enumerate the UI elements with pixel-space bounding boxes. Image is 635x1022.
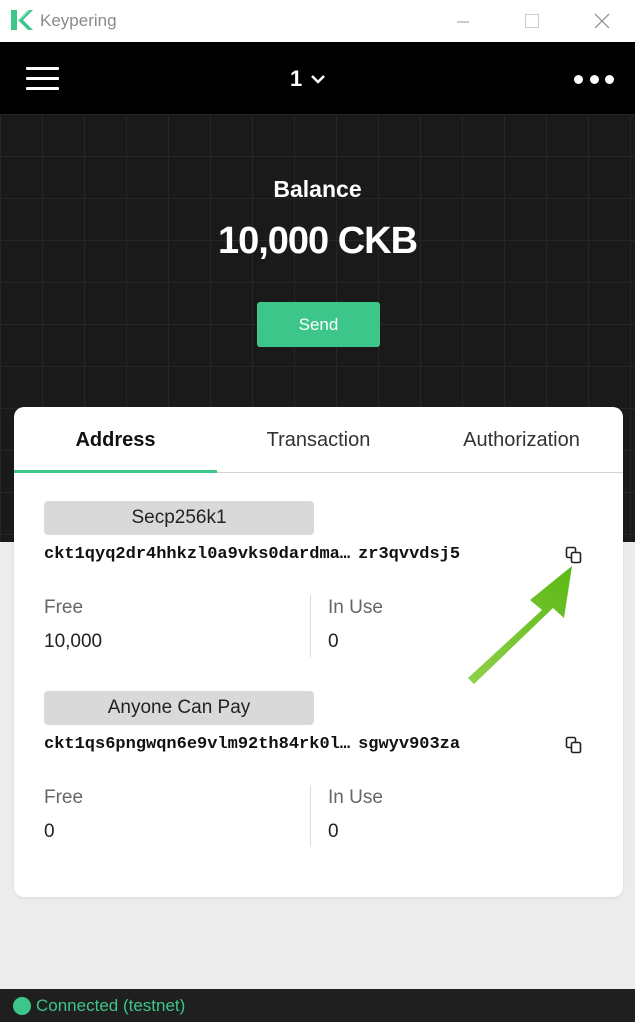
balance-value: 10,000 CKB <box>217 220 418 262</box>
copy-icon[interactable] <box>564 735 584 755</box>
annotation-arrow-icon <box>468 566 572 684</box>
close-button[interactable] <box>579 0 625 42</box>
wallet-selector[interactable]: 1 <box>290 64 326 94</box>
stat-divider <box>310 595 311 657</box>
maximize-icon <box>525 14 539 28</box>
menu-icon[interactable] <box>26 67 59 91</box>
tab-address[interactable]: Address <box>14 407 217 473</box>
minimize-button[interactable] <box>440 0 486 42</box>
in-use-value: 0 <box>328 821 339 842</box>
tab-authorization[interactable]: Authorization <box>420 407 623 473</box>
address-type-badge: Anyone Can Pay <box>44 691 314 725</box>
address-type-badge: Secp256k1 <box>44 501 314 535</box>
connection-status: Connected (testnet) <box>36 996 186 1015</box>
in-use-value: 0 <box>328 631 339 652</box>
connection-status-icon <box>13 997 31 1015</box>
in-use-label: In Use <box>328 787 383 808</box>
chevron-down-icon <box>311 75 326 84</box>
address-prefix: ckt1qs6pngwqn6e9vlm92th84rk0l <box>44 735 340 754</box>
free-value: 0 <box>44 821 55 842</box>
close-icon <box>594 13 610 29</box>
minimize-icon <box>457 21 469 23</box>
title-bar: Keypering <box>0 0 635 42</box>
address-suffix: sgwyv903za <box>358 735 461 754</box>
free-label: Free <box>44 787 84 808</box>
tab-transaction[interactable]: Transaction <box>217 407 420 473</box>
tab-bar: Address Transaction Authorization <box>14 407 623 473</box>
address-ellipsis: … <box>339 545 351 564</box>
window-title: Keypering <box>40 11 117 30</box>
stat-divider <box>310 785 311 847</box>
balance-label: Balance <box>273 176 362 202</box>
status-bar: Connected (testnet) <box>0 989 635 1022</box>
address-prefix: ckt1qyq2dr4hhkzl0a9vks0dardma <box>44 545 340 564</box>
address-item: Anyone Can Pay ckt1qs6pngwqn6e9vlm92th84… <box>44 691 604 861</box>
more-options-icon[interactable] <box>574 68 614 90</box>
free-label: Free <box>44 597 84 618</box>
send-button[interactable]: Send <box>257 302 380 347</box>
address-ellipsis: … <box>339 735 351 754</box>
app-header: 1 <box>0 42 635 114</box>
in-use-label: In Use <box>328 597 383 618</box>
maximize-button[interactable] <box>509 0 555 42</box>
keypering-logo-icon <box>11 10 33 30</box>
address-suffix: zr3qvvdsj5 <box>358 545 461 564</box>
wallet-index: 1 <box>290 66 303 91</box>
free-value: 10,000 <box>44 631 103 652</box>
address-text[interactable]: ckt1qs6pngwqn6e9vlm92th84rk0l … sgwyv903… <box>44 735 589 754</box>
